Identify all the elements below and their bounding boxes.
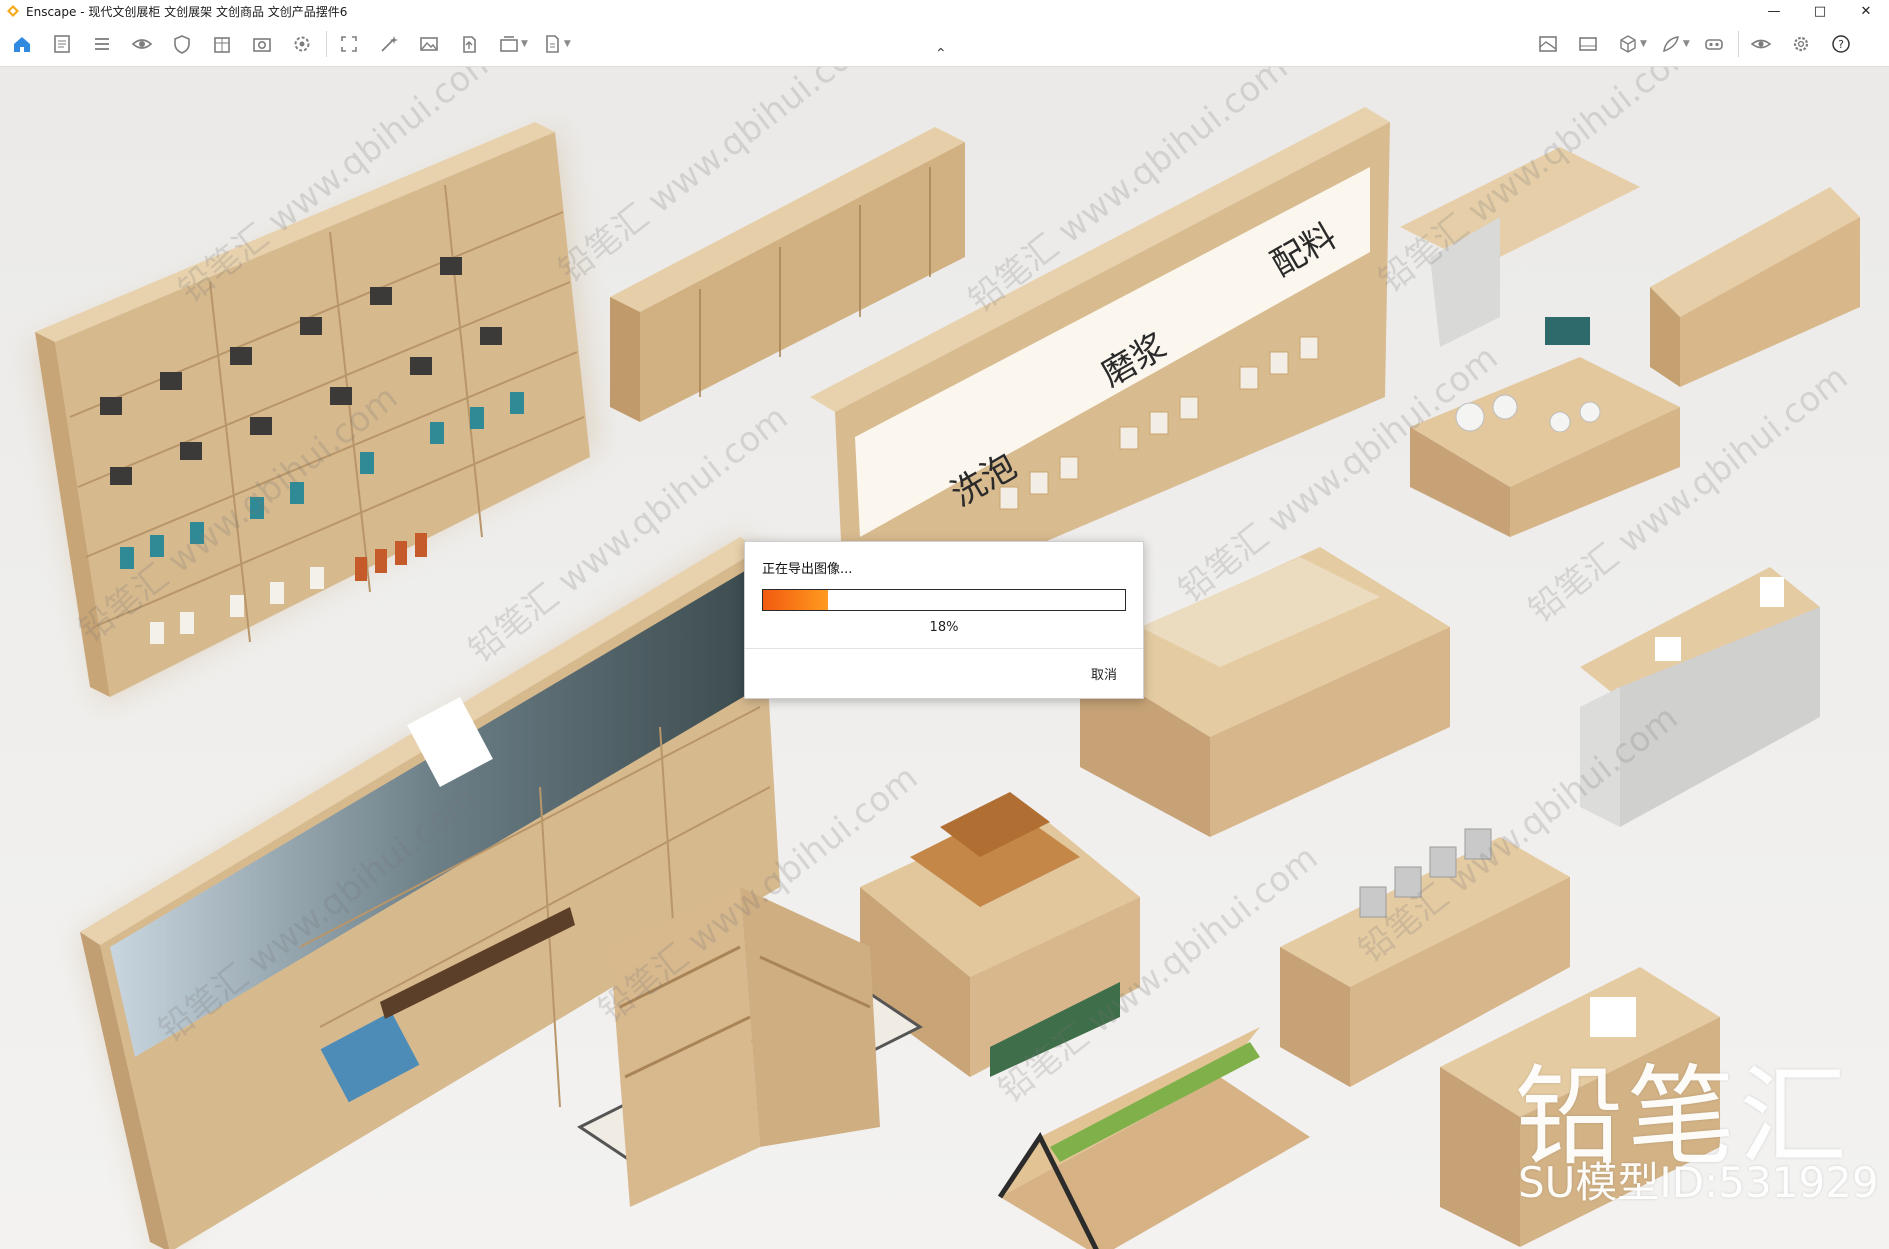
settings-icon [1793,36,1808,52]
home-icon [14,37,30,52]
title-bar: Enscape - 现代文创展柜 文创展架 文创商品 文创产品摆件6 — □ ✕ [0,0,1889,22]
batch-icon [500,36,518,52]
camera-settings-icon [253,38,271,52]
gear-wheel-button[interactable] [286,28,318,60]
export-progress-dialog: 正在导出图像... 18% 取消 [744,541,1144,699]
view-button[interactable] [126,28,158,60]
vr-button[interactable] [1698,28,1730,60]
image-icon [420,37,438,51]
frame-button[interactable] [333,28,365,60]
frame-icon [341,36,357,52]
document-icon [54,35,70,53]
vr-headset-icon [1705,39,1723,50]
screenshot-button[interactable] [413,28,445,60]
feather-icon [1662,36,1679,53]
panorama-button[interactable] [1572,28,1604,60]
dialog-divider [745,648,1143,649]
export-progress-fill [763,590,829,610]
gear-wheel-icon [294,36,310,52]
window-title: Enscape - 现代文创展柜 文创展架 文创商品 文创产品摆件6 [26,4,348,19]
list-button[interactable] [86,28,118,60]
toolbar-separator [326,31,327,57]
magic-wand-icon [381,36,398,52]
export-progress-bar [762,589,1126,611]
chevron-down-icon[interactable]: ▼ [521,39,528,49]
camera-settings-button[interactable] [246,28,278,60]
document-button[interactable] [46,28,78,60]
svg-text:?: ? [1838,38,1844,51]
watermark-model-id: SU模型ID:531929 [1518,1158,1879,1207]
collapse-toolbar-caret-icon[interactable]: ⌃ [935,46,947,62]
building-icon [214,37,230,53]
chevron-down-icon[interactable]: ▼ [564,39,571,49]
visibility-button[interactable] [1745,28,1777,60]
building-button[interactable] [206,28,238,60]
maximize-button[interactable]: □ [1797,0,1843,22]
chevron-down-icon[interactable]: ▼ [1640,39,1647,49]
toolbar-left: ▼ ▼ [6,22,579,66]
map-button[interactable] [1532,28,1564,60]
visibility-icon [1750,39,1772,49]
safeframe-button[interactable] [166,28,198,60]
toolbar-right: ▼ ▼ ? [1532,22,1865,66]
list-icon [95,38,109,50]
chevron-down-icon[interactable]: ▼ [1683,39,1690,49]
home-button[interactable] [6,28,38,60]
map-icon [1539,36,1557,52]
close-button[interactable]: ✕ [1843,0,1889,22]
minimize-button[interactable]: — [1751,0,1797,22]
export-progress-percent: 18% [929,620,959,635]
eye-icon [131,39,153,49]
help-button[interactable]: ? [1825,28,1857,60]
cancel-button[interactable]: 取消 [1091,664,1117,683]
magic-wand-button[interactable] [373,28,405,60]
cube-icon [1620,35,1636,53]
panorama-icon [1579,37,1597,51]
export-icon [546,35,559,53]
settings-button[interactable] [1785,28,1817,60]
toolbar-separator [1737,31,1739,57]
enscape-logo-icon [7,5,19,17]
upload-icon [463,36,476,53]
shield-icon [174,35,190,54]
upload-button[interactable] [453,28,485,60]
help-icon: ? [1832,35,1850,53]
export-message: 正在导出图像... [762,562,853,577]
window-controls: — □ ✕ [1751,0,1889,22]
